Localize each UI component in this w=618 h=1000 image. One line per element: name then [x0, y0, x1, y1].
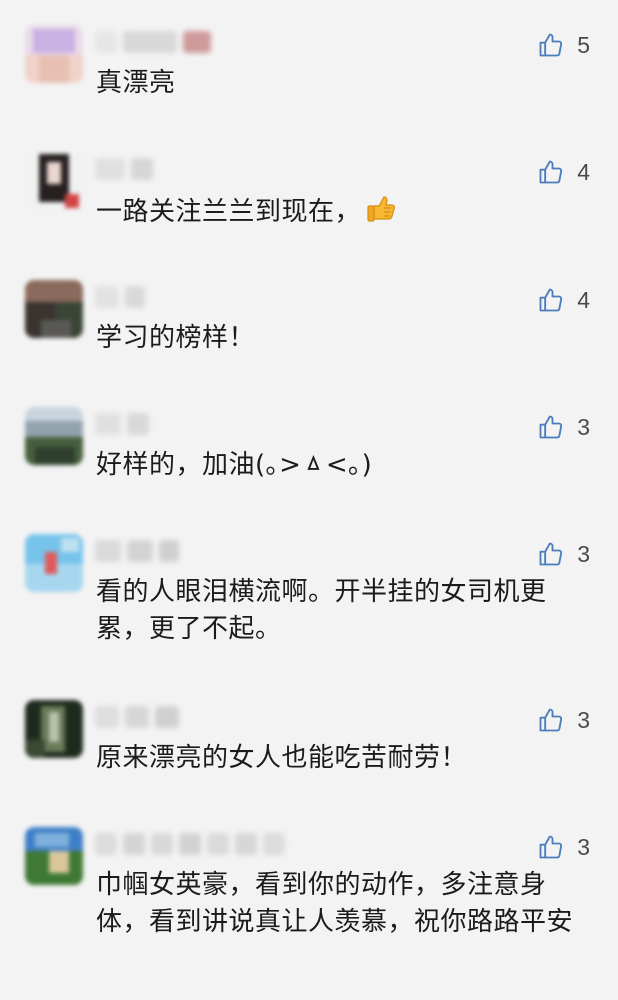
comment-text: 一路关注兰兰到现在， [96, 192, 596, 231]
nickname-block [95, 540, 121, 562]
like-count: 3 [577, 706, 590, 733]
comment-text: 巾帼女英豪，看到你的动作，多注意身体，看到讲说真让人羡慕，祝你路路平安 [96, 870, 574, 937]
like-button[interactable]: 3 [537, 413, 590, 441]
like-button[interactable]: 3 [537, 706, 590, 734]
avatar-pixel [33, 29, 75, 53]
avatar-pixel [61, 538, 79, 552]
nickname-blurred[interactable] [95, 158, 153, 180]
like-button[interactable]: 5 [537, 31, 590, 59]
like-count: 3 [577, 413, 590, 440]
thumbs-up-icon [539, 160, 563, 184]
thumbs-up-icon [539, 288, 563, 312]
avatar-pixel [65, 194, 79, 208]
thumbs-up-icon [539, 835, 563, 859]
avatar-pixel [45, 552, 57, 574]
like-button[interactable]: 4 [537, 158, 590, 186]
nickname-block [131, 158, 153, 180]
nickname-block [95, 31, 117, 53]
nickname-block [95, 833, 117, 855]
nickname-blurred[interactable] [95, 31, 211, 53]
avatar[interactable] [25, 280, 83, 338]
nickname-block [151, 833, 173, 855]
nickname-block [155, 706, 179, 728]
nickname-block [127, 540, 153, 562]
nickname-blurred[interactable] [95, 833, 285, 855]
nickname-block [207, 833, 229, 855]
avatar[interactable] [25, 827, 83, 885]
like-button[interactable]: 4 [537, 286, 590, 314]
comment-text: 学习的榜样！ [96, 323, 256, 353]
nickname-block [123, 31, 177, 53]
nickname-block [183, 31, 211, 53]
nickname-block [235, 833, 257, 855]
avatar-pixel [41, 320, 71, 338]
thumbs-up-icon [539, 415, 563, 439]
avatar-pixel [25, 740, 45, 758]
nickname-block [179, 833, 201, 855]
nickname-block [95, 413, 121, 435]
nickname-block [95, 706, 119, 728]
nickname-blurred[interactable] [95, 286, 145, 308]
like-count: 4 [577, 286, 590, 313]
nickname-block [95, 158, 125, 180]
nickname-blurred[interactable] [95, 413, 149, 435]
nickname-block [123, 833, 145, 855]
nickname-block [159, 540, 179, 562]
thumbs-up-icon [539, 33, 563, 57]
avatar-pixel [25, 421, 83, 437]
nickname-blurred[interactable] [95, 540, 179, 562]
like-button[interactable]: 3 [537, 540, 590, 568]
nickname-block [125, 286, 145, 308]
like-count: 5 [577, 31, 590, 58]
avatar-pixel [35, 833, 69, 847]
comment-text: 原来漂亮的女人也能吃苦耐劳！ [96, 743, 468, 773]
avatar-pixel [49, 712, 59, 742]
comment-text: 好样的，加油(｡>ㅿ<｡) [96, 450, 373, 480]
comment-list: 真漂亮 5 一路关注兰兰到现在， 4 学习的榜样！ 4 好样的，加油(｡>ㅿ<｡… [0, 0, 618, 1000]
like-count: 3 [577, 833, 590, 860]
avatar[interactable] [25, 152, 83, 210]
avatar[interactable] [25, 407, 83, 465]
nickname-block [127, 413, 149, 435]
avatar-pixel [25, 280, 83, 302]
comment-text: 看的人眼泪横流啊。开半挂的女司机更累，更了不起。 [96, 577, 547, 644]
nickname-block [263, 833, 285, 855]
like-button[interactable]: 3 [537, 833, 590, 861]
avatar[interactable] [25, 25, 83, 83]
avatar-pixel [39, 55, 69, 83]
nickname-block [95, 286, 119, 308]
nickname-blurred[interactable] [95, 706, 179, 728]
avatar[interactable] [25, 534, 83, 592]
avatar-pixel [49, 851, 69, 873]
avatar-pixel [47, 162, 61, 184]
comment-text: 真漂亮 [96, 68, 176, 98]
avatar-pixel [35, 447, 75, 465]
thumbs-up-emoji-icon [367, 196, 396, 222]
thumbs-up-icon [539, 542, 563, 566]
comment-text-content: 一路关注兰兰到现在， [96, 197, 362, 227]
like-count: 4 [577, 158, 590, 185]
nickname-block [125, 706, 149, 728]
avatar[interactable] [25, 700, 83, 758]
like-count: 3 [577, 540, 590, 567]
thumbs-up-icon [539, 708, 563, 732]
